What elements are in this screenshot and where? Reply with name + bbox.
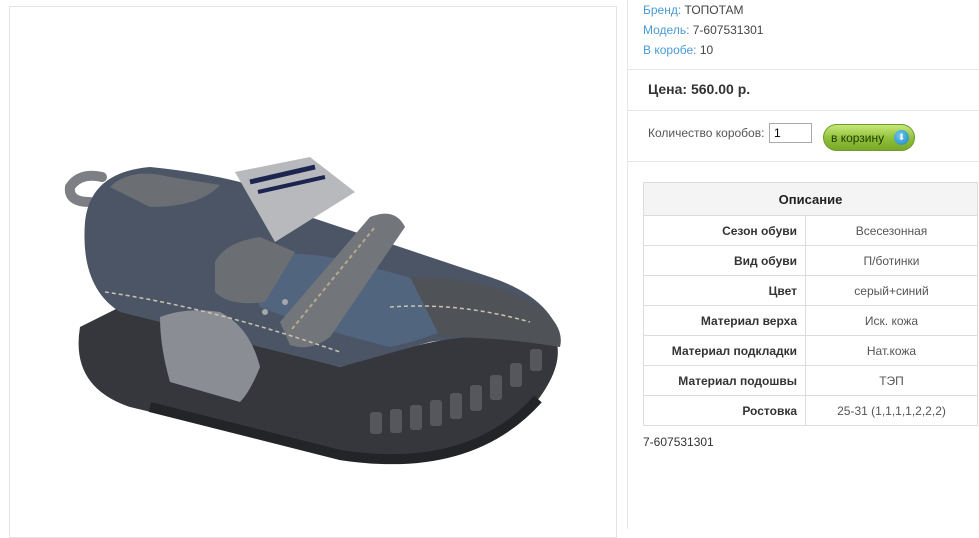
table-row: Материал верха Иск. кожа (643, 305, 978, 336)
product-image-frame[interactable] (9, 6, 617, 538)
quantity-label: Количество коробов: (648, 126, 765, 140)
table-row: Вид обуви П/ботинки (643, 245, 978, 276)
product-shoe-image (64, 157, 561, 465)
attribute-key: Ростовка (643, 395, 806, 426)
attribute-value: ТЭП (805, 365, 978, 396)
attribute-key: Материал верха (643, 305, 806, 336)
attribute-key: Цвет (643, 275, 806, 306)
table-row: Цвет серый+синий (643, 275, 978, 306)
divider-price (628, 110, 979, 111)
table-row: Ростовка 25-31 (1,1,1,1,2,2,2) (643, 395, 978, 426)
add-to-cart-button[interactable]: в корзину ⬇ (823, 124, 915, 151)
cart-arrow-down-icon: ⬇ (894, 130, 909, 145)
attribute-value: П/ботинки (805, 245, 978, 276)
table-row: Материал подошвы ТЭП (643, 365, 978, 396)
box-count-value: 10 (699, 43, 714, 57)
brand-row: Бренд: ТОПОТАМ (643, 3, 744, 17)
brand-label[interactable]: Бренд: (643, 3, 681, 17)
attribute-key: Сезон обуви (643, 215, 806, 246)
attribute-value: серый+синий (805, 275, 978, 306)
attribute-value: 25-31 (1,1,1,1,2,2,2) (805, 395, 978, 426)
add-to-cart-label: в корзину (831, 130, 885, 145)
model-label[interactable]: Модель: (643, 23, 689, 37)
quantity-input[interactable] (769, 123, 812, 143)
box-count-row: В коробе: 10 (643, 43, 713, 57)
model-row: Модель: 7-607531301 (643, 23, 763, 37)
brand-value: ТОПОТАМ (684, 3, 744, 17)
description-table: Описание Сезон обуви Всесезонная Вид обу… (643, 182, 978, 426)
attribute-key: Вид обуви (643, 245, 806, 276)
column-divider (627, 0, 628, 529)
table-row: Материал подкладки Нат.кожа (643, 335, 978, 366)
attribute-key: Материал подошвы (643, 365, 806, 396)
attribute-key: Материал подкладки (643, 335, 806, 366)
price: Цена: 560.00 р. (648, 81, 751, 97)
attribute-value: Всесезонная (805, 215, 978, 246)
divider-top (628, 69, 979, 70)
attribute-value: Нат.кожа (805, 335, 978, 366)
box-count-label[interactable]: В коробе: (643, 43, 697, 57)
model-value: 7-607531301 (692, 23, 764, 37)
article-number: 7-607531301 (643, 435, 714, 449)
table-row: Сезон обуви Всесезонная (643, 215, 978, 246)
divider-cart (628, 161, 979, 162)
description-title: Описание (643, 182, 978, 216)
attribute-value: Иск. кожа (805, 305, 978, 336)
